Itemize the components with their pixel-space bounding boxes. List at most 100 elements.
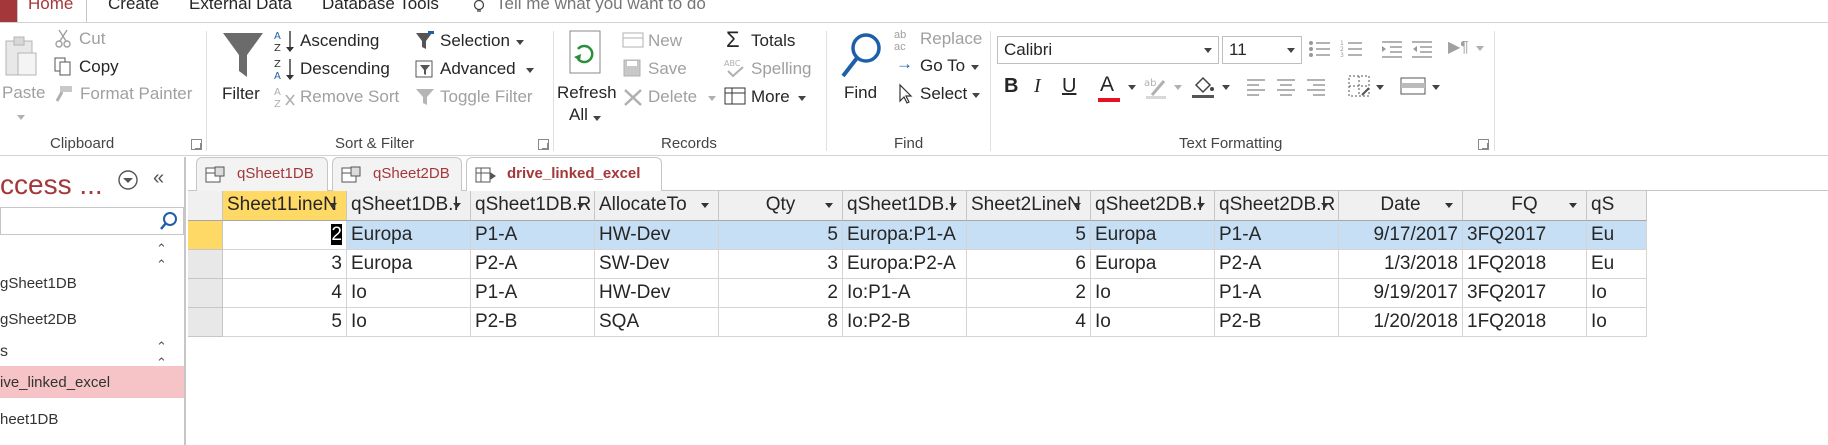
search-icon[interactable]	[159, 211, 179, 231]
font-name-combo[interactable]: Calibri	[997, 36, 1219, 64]
column-header[interactable]: Qty	[719, 191, 843, 221]
decrease-indent-icon[interactable]	[1410, 39, 1434, 59]
table-cell[interactable]: HW-Dev	[595, 221, 719, 250]
table-cell[interactable]: P2-A	[471, 250, 595, 279]
table-cell[interactable]: SW-Dev	[595, 250, 719, 279]
table-cell[interactable]: P2-A	[1215, 250, 1339, 279]
delete-button[interactable]: Delete	[648, 87, 697, 107]
table-cell[interactable]: Io	[347, 308, 471, 337]
selection-button[interactable]: Selection	[440, 31, 510, 51]
table-cell[interactable]: P2-B	[1215, 308, 1339, 337]
font-size-combo[interactable]: 11	[1222, 36, 1302, 64]
nav-menu-chevron-icon[interactable]	[118, 170, 138, 190]
column-filter-dropdown-icon[interactable]	[453, 203, 461, 208]
goto-button[interactable]: Go To	[920, 56, 965, 76]
table-cell[interactable]: 9/19/2017	[1339, 279, 1463, 308]
column-filter-dropdown-icon[interactable]	[1197, 203, 1205, 208]
column-header[interactable]: FQ	[1463, 191, 1587, 221]
table-cell[interactable]: 4	[223, 279, 347, 308]
doc-tab-drive-linked-excel[interactable]: drive_linked_excel	[466, 157, 662, 192]
column-filter-dropdown-icon[interactable]	[1569, 203, 1577, 208]
nav-item-query-1[interactable]: gSheet1DB	[0, 275, 77, 292]
table-cell[interactable]: Eu	[1587, 221, 1647, 250]
column-filter-dropdown-icon[interactable]	[329, 203, 337, 208]
advanced-dropdown-icon[interactable]	[526, 68, 534, 73]
table-cell[interactable]: Io:P2-B	[843, 308, 967, 337]
collapse-nav-icon[interactable]: «	[153, 167, 164, 190]
increase-indent-icon[interactable]	[1380, 39, 1404, 59]
refresh-all-label[interactable]: All	[569, 105, 588, 125]
column-filter-dropdown-icon[interactable]	[1073, 203, 1081, 208]
column-filter-dropdown-icon[interactable]	[949, 203, 957, 208]
table-cell[interactable]: 2	[719, 279, 843, 308]
column-header[interactable]: qSheet1DB.I	[843, 191, 967, 221]
table-cell[interactable]: Europa	[347, 221, 471, 250]
alternate-row-color-dropdown-icon[interactable]	[1432, 85, 1440, 90]
numbering-icon[interactable]: 123	[1340, 39, 1364, 59]
table-cell[interactable]: Europa	[1091, 250, 1215, 279]
tab-home[interactable]: Home	[28, 0, 73, 14]
table-cell[interactable]: Europa	[347, 250, 471, 279]
column-filter-dropdown-icon[interactable]	[701, 203, 709, 208]
column-header[interactable]: Sheet1LineN	[223, 191, 347, 221]
gridlines-dropdown-icon[interactable]	[1376, 85, 1384, 90]
table-cell[interactable]: SQA	[595, 308, 719, 337]
nav-pane-title[interactable]: ccess ...	[0, 169, 103, 201]
table-cell[interactable]: Io	[347, 279, 471, 308]
table-cell[interactable]: Io:P1-A	[843, 279, 967, 308]
new-button[interactable]: New	[648, 31, 682, 51]
table-cell[interactable]: 1FQ2018	[1463, 308, 1587, 337]
alternate-row-color-icon[interactable]	[1400, 77, 1426, 95]
column-header[interactable]: qSheet2DB.I	[1091, 191, 1215, 221]
italic-button[interactable]: I	[1034, 75, 1041, 98]
copy-button[interactable]: Copy	[79, 57, 119, 77]
nav-item-table[interactable]: heet1DB	[0, 411, 58, 428]
column-filter-dropdown-icon[interactable]	[1445, 203, 1453, 208]
collapse-group-icon[interactable]: ⌃ ⌃	[156, 241, 167, 273]
table-cell[interactable]: 3	[223, 250, 347, 279]
column-header[interactable]: qSheet1DB.R	[471, 191, 595, 221]
table-cell[interactable]: 1FQ2018	[1463, 250, 1587, 279]
table-cell[interactable]: Io	[1091, 308, 1215, 337]
column-filter-dropdown-icon[interactable]	[577, 203, 585, 208]
column-header[interactable]: Date	[1339, 191, 1463, 221]
column-header[interactable]: qSheet1DB.I	[347, 191, 471, 221]
table-cell[interactable]: Eu	[1587, 250, 1647, 279]
tab-external-data[interactable]: External Data	[189, 0, 292, 14]
paste-dropdown-icon[interactable]	[17, 115, 25, 120]
find-button[interactable]: Find	[844, 83, 877, 103]
record-selector[interactable]	[188, 221, 223, 250]
more-dropdown-icon[interactable]	[798, 96, 806, 101]
remove-sort-button[interactable]: Remove Sort	[300, 87, 399, 107]
descending-button[interactable]: Descending	[300, 59, 390, 79]
nav-item-linked-table[interactable]: ive_linked_excel	[0, 374, 110, 391]
column-header[interactable]: qSheet2DB.R	[1215, 191, 1339, 221]
underline-button[interactable]: U	[1062, 75, 1076, 98]
font-color-button[interactable]: A	[1100, 73, 1114, 97]
text-formatting-launcher-icon[interactable]	[1478, 139, 1489, 150]
align-right-icon[interactable]	[1306, 77, 1326, 97]
record-selector[interactable]	[188, 308, 223, 337]
table-cell[interactable]: Io	[1091, 279, 1215, 308]
clipboard-launcher-icon[interactable]	[191, 139, 202, 150]
column-filter-dropdown-icon[interactable]	[825, 203, 833, 208]
align-left-icon[interactable]	[1246, 77, 1266, 97]
align-center-icon[interactable]	[1276, 77, 1296, 97]
replace-button[interactable]: Replace	[920, 29, 982, 49]
table-cell[interactable]: Europa	[1091, 221, 1215, 250]
highlight-dropdown-icon[interactable]	[1174, 85, 1182, 90]
selection-dropdown-icon[interactable]	[516, 40, 524, 45]
sort-filter-launcher-icon[interactable]	[538, 139, 549, 150]
table-cell[interactable]: 4	[967, 308, 1091, 337]
paragraph-direction-icon[interactable]: ▶¶	[1448, 37, 1469, 57]
tab-create[interactable]: Create	[108, 0, 159, 14]
refresh-button[interactable]: Refresh	[557, 83, 617, 103]
table-cell[interactable]: 3FQ2017	[1463, 221, 1587, 250]
table-cell[interactable]: Io	[1587, 308, 1647, 337]
table-cell[interactable]: 2	[967, 279, 1091, 308]
column-header[interactable]: Sheet2LineN	[967, 191, 1091, 221]
tell-me-search[interactable]: Tell me what you want to do	[496, 0, 706, 14]
table-cell[interactable]: 5	[967, 221, 1091, 250]
toggle-filter-button[interactable]: Toggle Filter	[440, 87, 533, 107]
table-cell[interactable]: 3	[719, 250, 843, 279]
